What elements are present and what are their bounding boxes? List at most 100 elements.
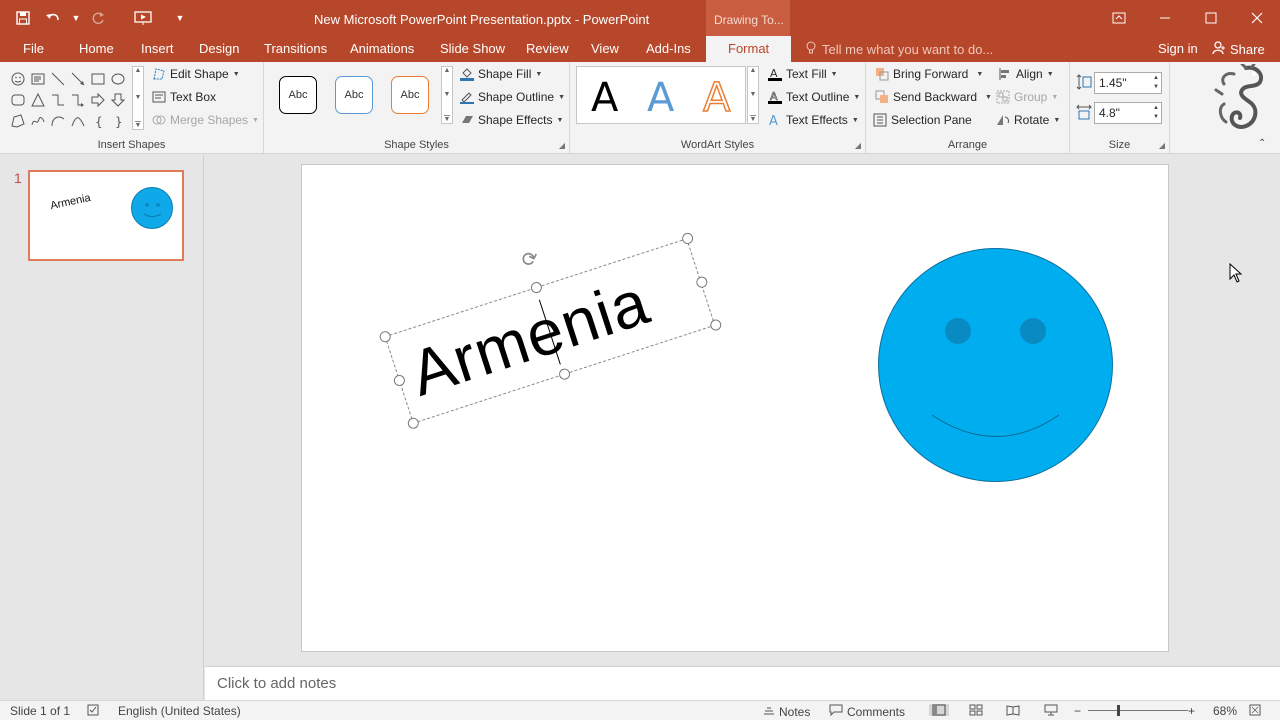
- shape-style-orange[interactable]: Abc: [391, 76, 429, 114]
- smiley-face-shape[interactable]: [878, 248, 1113, 482]
- spell-check-icon[interactable]: [87, 704, 101, 716]
- slide-thumbnail[interactable]: Armenia: [28, 170, 184, 261]
- shape-outline-button[interactable]: Shape Outline ▼: [460, 90, 565, 104]
- text-box-shape-icon[interactable]: [28, 68, 48, 89]
- dialog-launcher-icon[interactable]: ◢: [855, 141, 861, 150]
- wordart-gallery-scroll[interactable]: ▲ ▼ ▼: [747, 66, 759, 124]
- line-shape-icon[interactable]: [48, 68, 68, 89]
- shape-style-black[interactable]: Abc: [279, 76, 317, 114]
- shape-fill-button[interactable]: Shape Fill ▼: [460, 67, 542, 81]
- scribble-shape-icon[interactable]: [28, 110, 48, 131]
- right-brace-shape-icon[interactable]: }: [108, 110, 128, 131]
- zoom-in-icon[interactable]: +: [1188, 704, 1195, 718]
- oval-shape-icon[interactable]: [108, 68, 128, 89]
- rotate-handle-icon[interactable]: ⟳: [518, 245, 542, 274]
- slide-sorter-icon[interactable]: [969, 704, 983, 716]
- resize-handle-top[interactable]: [529, 280, 544, 295]
- triangle-shape-icon[interactable]: [28, 89, 48, 110]
- zoom-slider-thumb[interactable]: [1117, 705, 1120, 716]
- smiley-shape-icon[interactable]: [8, 68, 28, 89]
- tab-format[interactable]: Format: [706, 36, 792, 62]
- wordart-style-blue[interactable]: A: [647, 75, 674, 121]
- tab-slide-show[interactable]: Slide Show: [440, 41, 505, 56]
- slide-show-view-icon[interactable]: [1044, 704, 1058, 716]
- wordart-style-orange-outline[interactable]: A: [702, 74, 731, 122]
- tab-home[interactable]: Home: [79, 41, 114, 56]
- start-from-beginning-icon[interactable]: [130, 6, 156, 30]
- tab-design[interactable]: Design: [199, 41, 239, 56]
- save-icon[interactable]: [10, 6, 36, 30]
- tab-view[interactable]: View: [591, 41, 619, 56]
- fit-to-window-icon[interactable]: [1249, 704, 1261, 716]
- freeform-shape-icon[interactable]: [8, 110, 28, 131]
- shape-effects-button[interactable]: Shape Effects ▼: [460, 113, 563, 127]
- minimize-icon[interactable]: [1142, 0, 1188, 36]
- resize-handle-bottom[interactable]: [557, 367, 572, 382]
- group-button[interactable]: Group ▼: [996, 90, 1058, 104]
- align-button[interactable]: Align ▼: [998, 67, 1054, 81]
- right-arrow-shape-icon[interactable]: [88, 89, 108, 110]
- zoom-out-icon[interactable]: −: [1074, 704, 1081, 718]
- edit-shape-button[interactable]: Edit Shape ▼: [152, 67, 240, 81]
- rectangle-shape-icon[interactable]: [88, 68, 108, 89]
- rounded-rectangle-shape-icon[interactable]: [8, 89, 28, 110]
- sign-in-link[interactable]: Sign in: [1158, 41, 1198, 56]
- reading-view-icon[interactable]: [1006, 704, 1020, 716]
- spinner-icon[interactable]: ▲ ▼: [1153, 74, 1159, 92]
- share-button[interactable]: Share: [1212, 41, 1265, 58]
- tab-insert[interactable]: Insert: [141, 41, 174, 56]
- dialog-launcher-icon[interactable]: ◢: [559, 141, 565, 150]
- wordart-style-black[interactable]: A: [591, 75, 618, 121]
- close-icon[interactable]: [1234, 0, 1280, 36]
- elbow-connector-shape-icon[interactable]: [48, 89, 68, 110]
- resize-handle-left[interactable]: [392, 373, 407, 388]
- arc-shape-icon[interactable]: [48, 110, 68, 131]
- curve-shape-icon[interactable]: [68, 110, 88, 131]
- normal-view-icon[interactable]: [929, 704, 949, 716]
- language-indicator[interactable]: English (United States): [118, 704, 241, 718]
- resize-handle-top-right[interactable]: [680, 231, 695, 246]
- undo-icon[interactable]: [40, 6, 66, 30]
- elbow-arrow-shape-icon[interactable]: [68, 89, 88, 110]
- shape-width-field[interactable]: 4.8" ▲ ▼: [1094, 102, 1162, 124]
- resize-handle-bottom-right[interactable]: [708, 318, 723, 332]
- notes-pane[interactable]: Click to add notes: [205, 666, 1280, 700]
- collapse-ribbon-icon[interactable]: ⌃: [1258, 138, 1266, 149]
- shapes-gallery-scroll[interactable]: ▲ ▼ ▼: [132, 66, 144, 130]
- tab-file[interactable]: File: [23, 41, 44, 56]
- tab-add-ins[interactable]: Add-Ins: [646, 41, 691, 56]
- redo-icon[interactable]: [86, 6, 112, 30]
- ribbon-display-options-icon[interactable]: [1096, 0, 1142, 36]
- spinner-icon[interactable]: ▲ ▼: [1153, 104, 1159, 122]
- send-backward-button[interactable]: Send Backward ▼: [875, 90, 992, 104]
- customize-qat-icon[interactable]: ▼: [174, 6, 186, 30]
- text-box-button[interactable]: Text Box: [152, 90, 216, 104]
- shape-height-field[interactable]: 1.45" ▲ ▼: [1094, 72, 1162, 94]
- bring-forward-button[interactable]: Bring Forward ▼: [875, 67, 983, 81]
- undo-dropdown-icon[interactable]: ▼: [70, 6, 82, 30]
- text-fill-button[interactable]: A Text Fill ▼: [768, 67, 838, 81]
- left-brace-shape-icon[interactable]: {: [88, 110, 108, 131]
- resize-handle-top-left[interactable]: [378, 329, 393, 344]
- resize-handle-bottom-left[interactable]: [406, 416, 421, 431]
- selected-text-box[interactable]: Armenia ⟳: [378, 231, 723, 431]
- tab-review[interactable]: Review: [526, 41, 569, 56]
- resize-handle-right[interactable]: [694, 275, 709, 290]
- selection-pane-button[interactable]: Selection Pane: [873, 113, 972, 127]
- zoom-slider-track[interactable]: [1088, 710, 1188, 711]
- comments-button[interactable]: Comments: [829, 704, 905, 719]
- rotate-button[interactable]: Rotate ▼: [996, 113, 1060, 127]
- zoom-level[interactable]: 68%: [1213, 704, 1237, 718]
- notes-toggle-button[interactable]: Notes: [763, 704, 810, 719]
- merge-shapes-button[interactable]: Merge Shapes ▼: [152, 113, 259, 127]
- text-effects-button[interactable]: A Text Effects ▼: [768, 113, 859, 129]
- maximize-icon[interactable]: [1188, 0, 1234, 36]
- shape-styles-scroll[interactable]: ▲ ▼ ▼: [441, 66, 453, 124]
- text-outline-button[interactable]: A Text Outline ▼: [768, 90, 860, 104]
- tell-me-search[interactable]: Tell me what you want to do...: [806, 41, 993, 58]
- tab-animations[interactable]: Animations: [350, 41, 414, 56]
- dialog-launcher-icon[interactable]: ◢: [1159, 141, 1165, 150]
- down-arrow-shape-icon[interactable]: [108, 89, 128, 110]
- arrow-line-shape-icon[interactable]: [68, 68, 88, 89]
- shape-style-blue[interactable]: Abc: [335, 76, 373, 114]
